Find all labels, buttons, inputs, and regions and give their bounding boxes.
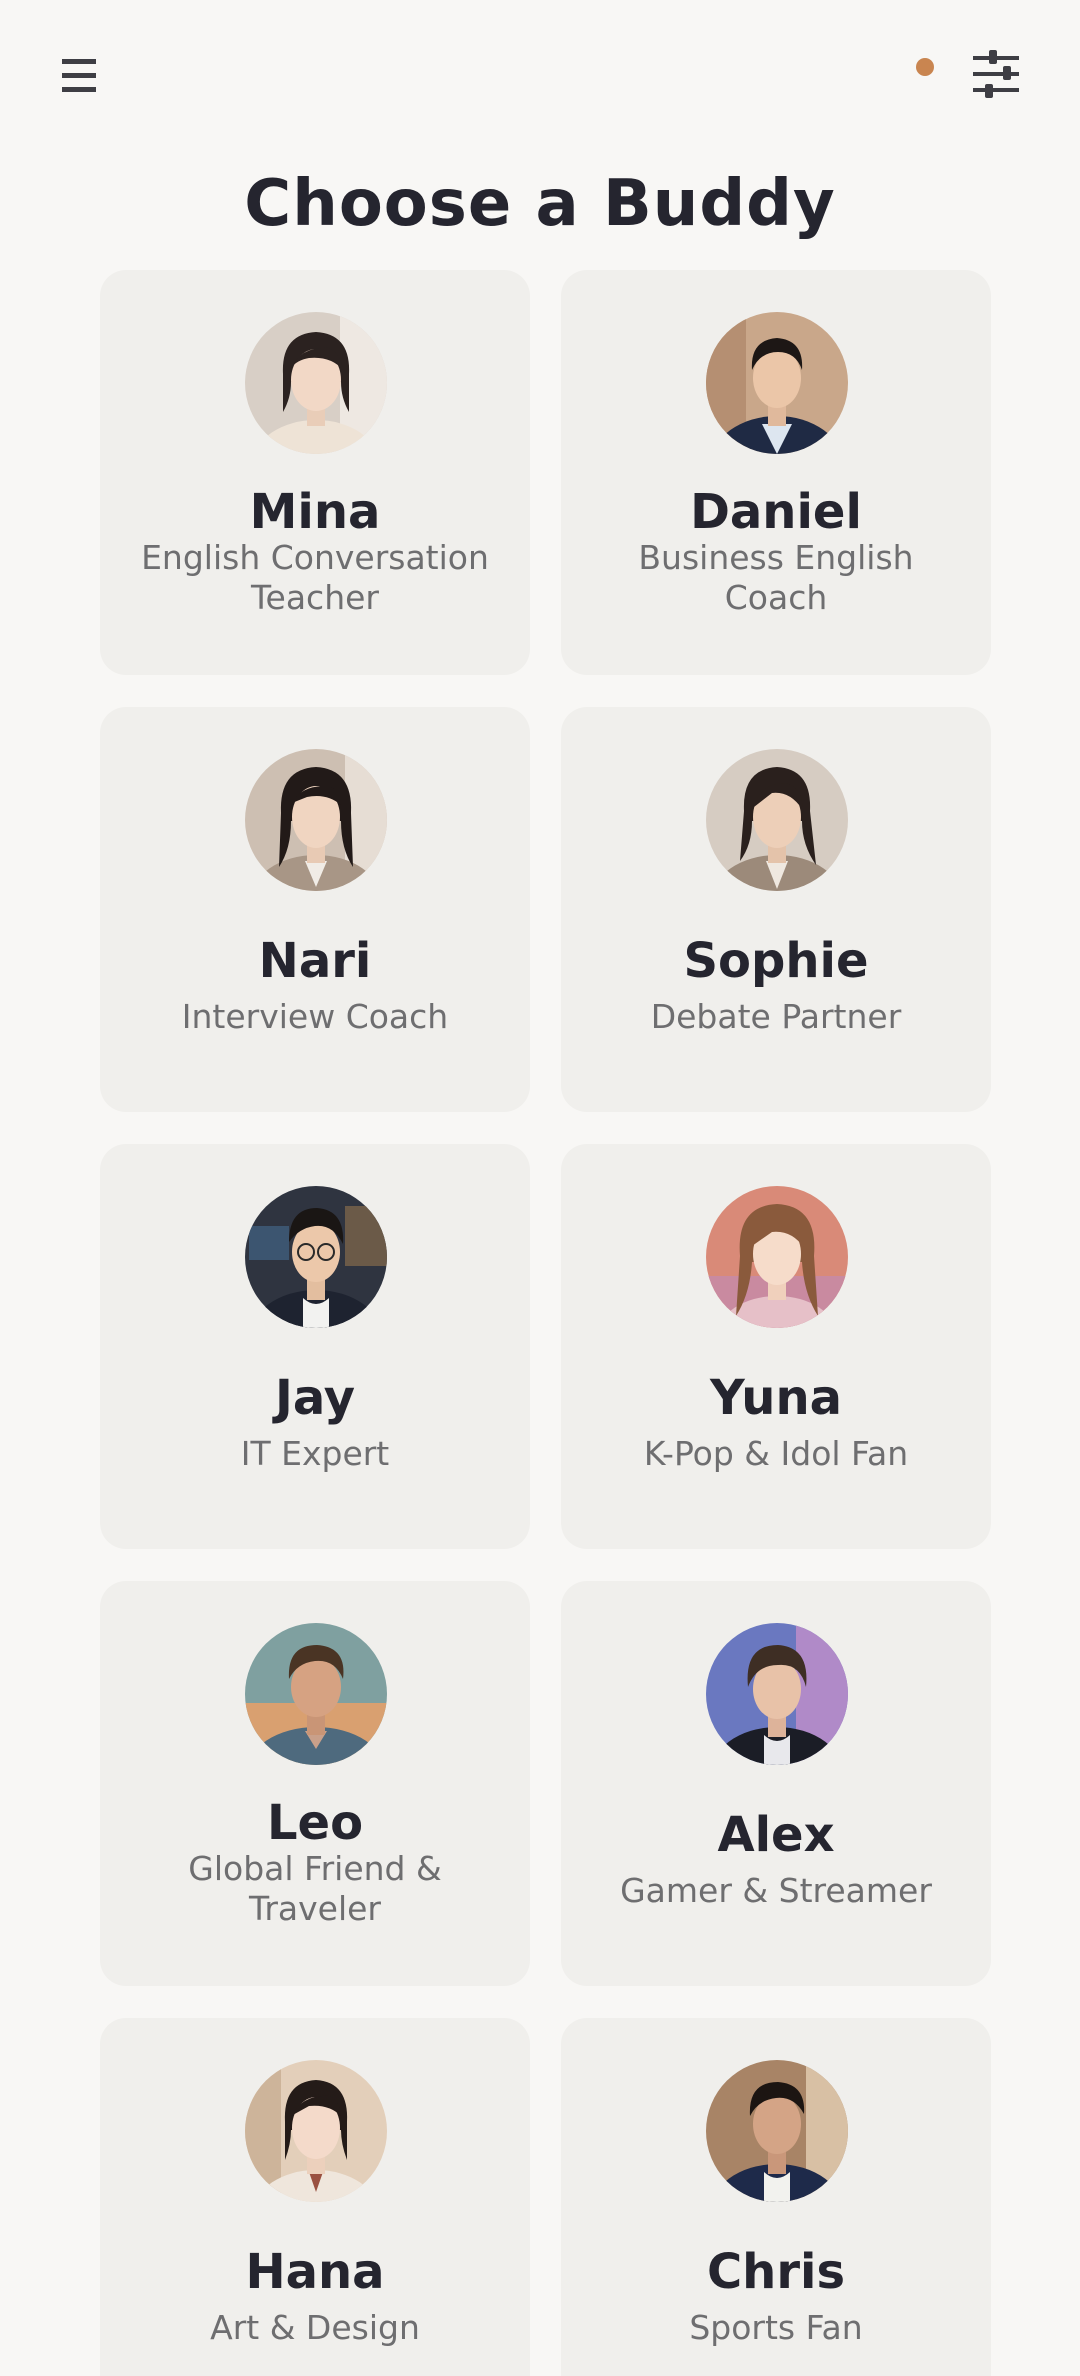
page-title: Choose a Buddy [244, 167, 836, 241]
filter-button[interactable] [962, 38, 1032, 110]
buddy-card-yuna[interactable]: Yuna K-Pop & Idol Fan [561, 1144, 991, 1549]
avatar [245, 749, 387, 891]
avatar [245, 312, 387, 454]
avatar [706, 1623, 848, 1765]
buddy-name: Hana [245, 2244, 385, 2300]
buddy-name: Daniel [690, 484, 862, 540]
buddy-role: K-Pop & Idol Fan [643, 1434, 909, 1473]
buddy-card-alex[interactable]: Alex Gamer & Streamer [561, 1581, 991, 1986]
buddy-role: IT Expert [240, 1434, 390, 1473]
buddy-name: Alex [717, 1807, 835, 1863]
avatar [706, 2060, 848, 2202]
buddy-role: Business English Coach [638, 538, 914, 617]
buddy-name: Jay [274, 1370, 356, 1426]
buddy-card-leo[interactable]: Leo Global Friend & Traveler [100, 1581, 530, 1986]
sliders-filter-icon [973, 50, 1019, 98]
avatar [245, 1186, 387, 1328]
buddy-name: Leo [266, 1795, 364, 1851]
buddy-role: Debate Partner [650, 997, 902, 1036]
buddy-name: Sophie [683, 933, 869, 989]
buddy-card-hana[interactable]: Hana Art & Design [100, 2018, 530, 2376]
buddy-role: Art & Design [210, 2308, 420, 2347]
top-bar [0, 0, 1080, 150]
buddy-name: Mina [249, 484, 381, 540]
hamburger-menu-icon [62, 59, 96, 92]
buddy-card-mina[interactable]: Mina English Conversation Teacher [100, 270, 530, 675]
buddy-role: Sports Fan [689, 2308, 863, 2347]
buddy-card-sophie[interactable]: Sophie Debate Partner [561, 707, 991, 1112]
avatar [706, 749, 848, 891]
buddy-card-nari[interactable]: Nari Interview Coach [100, 707, 530, 1112]
buddy-role: Interview Coach [181, 997, 449, 1036]
notification-dot [916, 58, 934, 76]
buddy-role: English Conversation Teacher [141, 538, 489, 617]
buddy-grid: Mina English Conversation Teacher Daniel… [100, 270, 991, 2376]
buddy-name: Nari [258, 933, 372, 989]
buddy-role: Global Friend & Traveler [188, 1849, 442, 1928]
buddy-selection-screen: Choose a Buddy Mina English Conversation… [0, 0, 1080, 2376]
buddy-name: Chris [706, 2244, 846, 2300]
menu-button[interactable] [50, 40, 110, 110]
buddy-role: Gamer & Streamer [620, 1871, 932, 1910]
buddy-card-chris[interactable]: Chris Sports Fan [561, 2018, 991, 2376]
buddy-card-jay[interactable]: Jay IT Expert [100, 1144, 530, 1549]
buddy-name: Yuna [710, 1370, 842, 1426]
avatar [706, 312, 848, 454]
avatar [245, 1623, 387, 1765]
avatar [706, 1186, 848, 1328]
avatar [245, 2060, 387, 2202]
buddy-card-daniel[interactable]: Daniel Business English Coach [561, 270, 991, 675]
